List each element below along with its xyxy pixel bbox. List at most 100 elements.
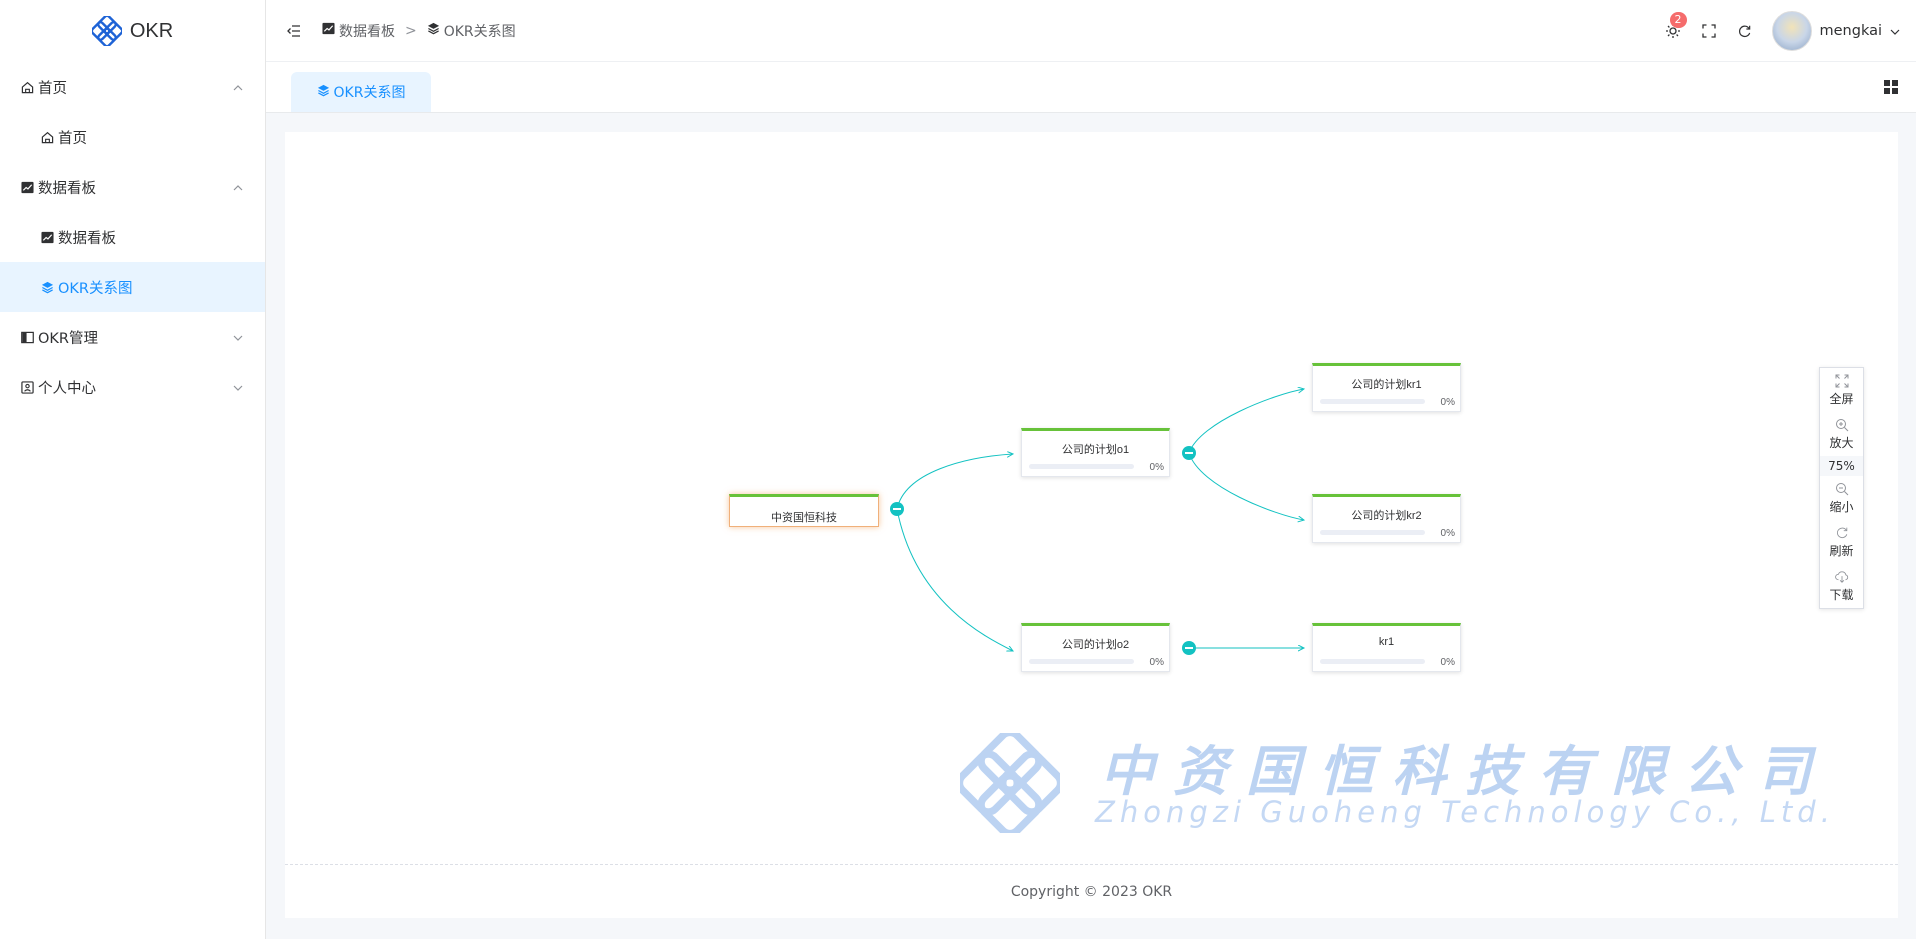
node-title: 公司的计划kr1 <box>1351 379 1422 391</box>
zoom-out-label: 缩小 <box>1829 499 1854 514</box>
sidebar-item-home[interactable]: 首页 <box>0 112 265 162</box>
breadcrumb-label: 数据看板 <box>339 23 395 40</box>
sidebar-item-okr-graph[interactable]: OKR关系图 <box>0 262 265 312</box>
refresh-icon <box>1836 527 1847 538</box>
copyright-text: Copyright © 2023 OKR <box>1010 883 1173 900</box>
fullscreen-icon[interactable] <box>1700 22 1718 40</box>
sidebar-item-dashboard[interactable]: 数据看板 <box>0 212 265 262</box>
header-actions: 2 mengkai <box>1664 0 1901 62</box>
refresh-label: 刷新 <box>1829 543 1854 558</box>
refresh-graph-button[interactable]: 刷新 <box>1820 520 1863 564</box>
home-icon <box>20 80 34 94</box>
fullscreen-label: 全屏 <box>1829 391 1854 406</box>
edge-o1-kr1 <box>1188 389 1304 454</box>
graph-node-key-result[interactable]: 公司的计划kr1 0% <box>1312 363 1461 412</box>
tab-okr-graph[interactable]: OKR关系图 <box>291 72 431 112</box>
collapse-node-button[interactable] <box>1182 446 1196 460</box>
chart-icon <box>322 22 335 39</box>
sidebar-item-home-group[interactable]: 首页 <box>0 62 265 112</box>
node-title: 公司的计划o1 <box>1061 444 1130 456</box>
node-title: 公司的计划kr2 <box>1351 510 1422 522</box>
progress-bar <box>1320 530 1425 535</box>
download-label: 下载 <box>1829 587 1854 602</box>
top-navbar: 数据看板 > OKR关系图 2 mengkai <box>266 0 1916 62</box>
download-button[interactable]: 下载 <box>1820 564 1863 608</box>
zoom-in-icon <box>1835 418 1848 431</box>
progress-text: 0% <box>1440 657 1455 668</box>
notification-badge: 2 <box>1669 12 1687 28</box>
progress-bar <box>1029 464 1134 469</box>
sidebar-item-label: 数据看板 <box>58 230 116 247</box>
okr-graph-canvas[interactable]: 中资国恒科技 公司的计划o1 0% 公司的计划o2 0% 公司的计划kr1 0%… <box>285 132 1898 864</box>
zoom-in-label: 放大 <box>1829 435 1854 450</box>
progress-bar <box>1029 659 1134 664</box>
home-icon <box>40 130 54 144</box>
chevron-down-icon[interactable] <box>1890 23 1900 39</box>
layers-icon <box>317 84 330 101</box>
collapse-node-button[interactable] <box>890 502 904 516</box>
cloud-download-icon <box>1834 570 1848 583</box>
node-title: kr1 <box>1378 636 1395 648</box>
main-content: 中资国恒科技 公司的计划o1 0% 公司的计划o2 0% 公司的计划kr1 0%… <box>285 132 1898 918</box>
progress-text: 0% <box>1440 528 1455 539</box>
user-card-icon <box>20 380 34 394</box>
edge-o1-kr2 <box>1188 452 1304 520</box>
chevron-down-icon <box>233 379 243 395</box>
breadcrumb-item-okr-graph: OKR关系图 <box>427 21 516 41</box>
node-title: 中资国恒科技 <box>771 512 837 524</box>
layers-icon <box>427 22 440 39</box>
okr-logo-icon <box>91 16 122 46</box>
app-logo[interactable]: OKR <box>0 0 265 62</box>
edge-root-o2 <box>896 508 1013 651</box>
sidebar-item-label: OKR关系图 <box>58 280 133 297</box>
grid-menu-icon[interactable] <box>1884 80 1898 98</box>
collapse-node-button[interactable] <box>1182 641 1196 655</box>
avatar[interactable] <box>1771 11 1812 51</box>
graph-node-key-result[interactable]: kr1 0% <box>1312 623 1461 672</box>
sidebar-item-okr-management[interactable]: OKR管理 <box>0 312 265 362</box>
notification-icon[interactable]: 2 <box>1664 12 1687 40</box>
breadcrumb-item-dashboard[interactable]: 数据看板 <box>322 21 395 41</box>
chevron-up-icon <box>233 79 243 95</box>
username[interactable]: mengkai <box>1820 23 1883 39</box>
sidebar-item-label: 首页 <box>38 80 67 97</box>
sidebar: OKR 首页 首页 数据看板 数据看板 OKR关系图 OKR管理 个人中心 <box>0 0 266 939</box>
sidebar-item-label: 首页 <box>58 130 87 147</box>
node-title: 公司的计划o2 <box>1061 639 1130 651</box>
progress-bar <box>1320 399 1425 404</box>
progress-text: 0% <box>1149 657 1164 668</box>
chart-icon <box>20 180 34 194</box>
chevron-up-icon <box>233 179 243 195</box>
breadcrumb-label: OKR关系图 <box>443 23 516 40</box>
graph-node-root[interactable]: 中资国恒科技 <box>729 494 879 527</box>
chevron-down-icon <box>233 329 243 345</box>
progress-text: 0% <box>1440 397 1455 408</box>
collapse-sidebar-icon[interactable] <box>286 23 302 39</box>
sidebar-item-label: OKR管理 <box>38 330 98 347</box>
zoom-in-button[interactable]: 放大 <box>1820 412 1863 456</box>
page-footer: Copyright © 2023 OKR <box>285 864 1898 918</box>
breadcrumb-separator: > <box>405 22 417 39</box>
sidebar-item-label: 数据看板 <box>38 180 96 197</box>
refresh-icon[interactable] <box>1736 22 1754 40</box>
graph-toolbar: 全屏 放大 75% 缩小 刷新 下载 <box>1819 367 1864 609</box>
graph-node-key-result[interactable]: 公司的计划kr2 0% <box>1312 494 1461 543</box>
sidebar-item-label: 个人中心 <box>38 380 96 397</box>
graph-node-objective[interactable]: 公司的计划o1 0% <box>1021 428 1170 477</box>
fullscreen-button[interactable]: 全屏 <box>1820 368 1863 412</box>
sidebar-item-dashboard-group[interactable]: 数据看板 <box>0 162 265 212</box>
graph-edges <box>896 132 1898 864</box>
expand-icon <box>1835 374 1848 387</box>
zoom-level: 75% <box>1820 456 1863 476</box>
zoom-out-icon <box>1835 482 1848 495</box>
layers-icon <box>40 280 54 294</box>
graph-node-objective[interactable]: 公司的计划o2 0% <box>1021 623 1170 672</box>
book-icon <box>20 330 34 344</box>
sidebar-item-personal-center[interactable]: 个人中心 <box>0 362 265 412</box>
zoom-out-button[interactable]: 缩小 <box>1820 476 1863 520</box>
tab-label: OKR关系图 <box>333 85 406 101</box>
progress-text: 0% <box>1149 462 1164 473</box>
tags-view: OKR关系图 <box>266 62 1916 113</box>
breadcrumb: 数据看板 > OKR关系图 <box>322 21 516 41</box>
progress-bar <box>1320 659 1425 664</box>
